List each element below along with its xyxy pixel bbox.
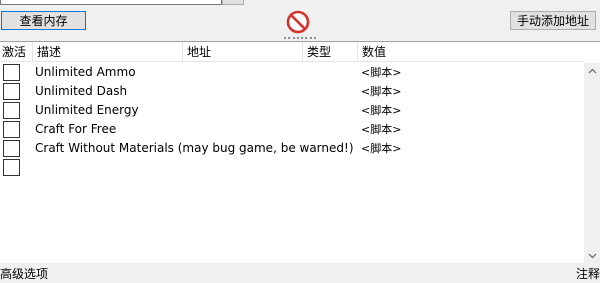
activate-checkbox[interactable] [3,102,20,119]
column-separator[interactable] [357,42,358,62]
row-value: <脚本> [361,123,402,136]
splitter-grip[interactable] [284,37,316,40]
row-value: <脚本> [361,66,402,79]
row-value: <脚本> [361,104,402,117]
column-separator[interactable] [302,42,303,62]
process-field-button[interactable] [222,0,244,5]
table-row[interactable]: Unlimited Ammo <脚本> [0,63,584,82]
table-notes-link[interactable]: 注释 [576,265,600,283]
activate-checkbox[interactable] [3,140,20,157]
table-row[interactable]: Craft Without Materials (may bug game, b… [0,139,584,158]
cheat-list: 激活 描述 地址 类型 数值 Unlimited Ammo <脚本> Unlim… [0,41,600,264]
column-header-type[interactable]: 类型 [305,42,355,62]
table-row[interactable]: Craft For Free <脚本> [0,120,584,139]
row-description: Craft For Free [35,122,117,136]
activate-checkbox[interactable] [3,64,20,81]
vertical-scrollbar[interactable] [584,63,600,264]
column-separator[interactable] [32,42,33,62]
view-memory-button[interactable]: 查看内存 [1,11,86,30]
scroll-up-arrow-icon[interactable] [584,63,600,79]
list-header: 激活 描述 地址 类型 数值 [0,42,584,62]
cheat-rows: Unlimited Ammo <脚本> Unlimited Dash <脚本> … [0,63,584,177]
row-description: Unlimited Energy [35,103,139,117]
table-row[interactable] [0,158,584,177]
row-description: Unlimited Dash [35,84,128,98]
bottom-bar: 高级选项 注释 [0,264,600,283]
scroll-down-arrow-icon[interactable] [584,248,600,264]
process-field[interactable] [0,0,222,5]
advanced-options-link[interactable]: 高级选项 [0,265,48,283]
add-address-manually-button[interactable]: 手动添加地址 [510,11,596,30]
row-description: Craft Without Materials (may bug game, b… [35,141,354,155]
row-value: <脚本> [361,85,402,98]
activate-checkbox[interactable] [3,159,20,176]
column-header-description[interactable]: 描述 [35,42,181,62]
column-header-value[interactable]: 数值 [360,42,560,62]
column-header-address[interactable]: 地址 [185,42,301,62]
table-row[interactable]: Unlimited Energy <脚本> [0,101,584,120]
activate-checkbox[interactable] [3,121,20,138]
column-header-active[interactable]: 激活 [0,42,31,62]
no-entry-icon[interactable] [286,10,310,34]
row-value: <脚本> [361,142,402,155]
table-row[interactable]: Unlimited Dash <脚本> [0,82,584,101]
row-description: Unlimited Ammo [35,65,136,79]
activate-checkbox[interactable] [3,83,20,100]
column-separator[interactable] [182,42,183,62]
cheat-table-window: 查看内存 手动添加地址 激活 描述 地址 类型 数值 Unlimited Amm… [0,0,600,283]
